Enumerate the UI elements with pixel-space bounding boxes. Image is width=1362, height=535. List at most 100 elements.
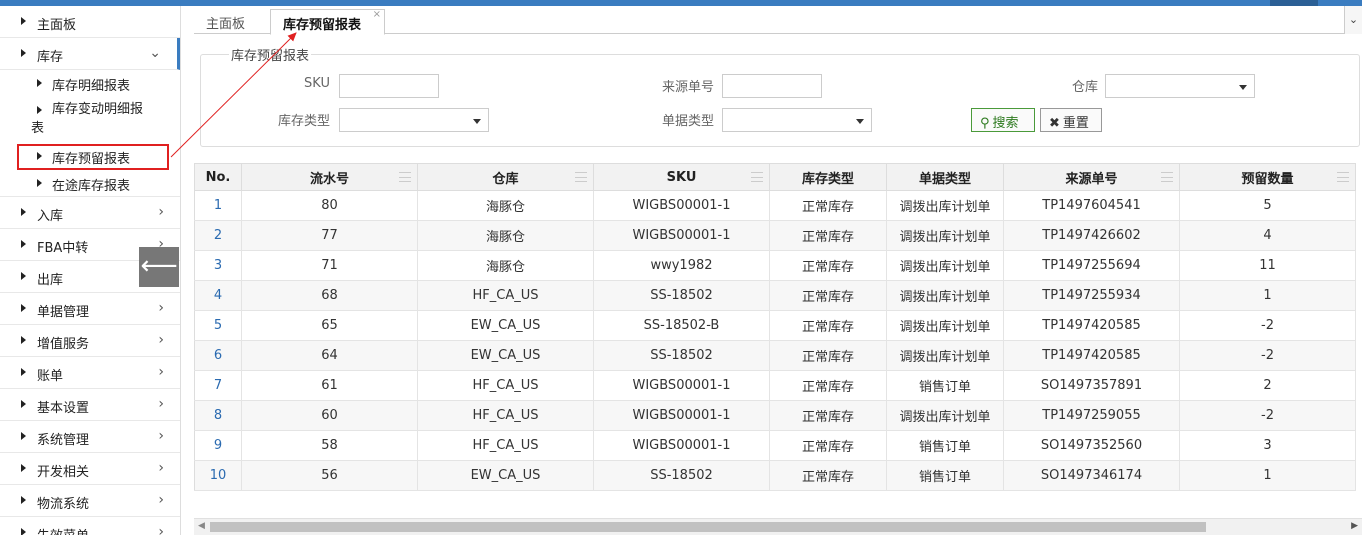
table-row[interactable]: 8 60 HF_CA_US WIGBS00001-1 正常库存 调拨出库计划单 TP1497… — [194, 400, 1356, 431]
cell-reserved-qty: 3 — [1179, 430, 1356, 461]
cell-warehouse: EW_CA_US — [417, 340, 594, 371]
cell-no: 6 — [194, 340, 242, 371]
table-row[interactable]: 10 56 EW_CA_US SS-18502 正常库存 销售订单 SO1497346174… — [194, 460, 1356, 491]
scrollbar-thumb[interactable] — [210, 522, 1206, 532]
cell-source-no: SO1497357891 — [1003, 370, 1180, 401]
sidebar-item-label: 系统管理 — [37, 433, 90, 448]
cell-stock-type: 正常库存 — [769, 400, 887, 431]
scroll-right-icon[interactable]: ▶ — [1351, 521, 1358, 531]
cell-source-no: TP1497426602 — [1003, 220, 1180, 251]
cell-warehouse: HF_CA_US — [417, 400, 594, 431]
stock-type-select[interactable] — [339, 108, 489, 132]
cell-stock-type: 正常库存 — [769, 280, 887, 311]
sidebar-subitem-inventory-change[interactable]: 库存变动明细报 表 — [0, 97, 180, 143]
caret-right-icon — [37, 152, 42, 160]
column-menu-icon[interactable] — [751, 172, 763, 182]
cell-sku: SS-18502 — [593, 340, 770, 371]
sidebar-item-label: 库存 — [37, 50, 64, 65]
cell-doc-type: 调拨出库计划单 — [886, 220, 1004, 251]
sidebar-collapse-button[interactable]: ⟵ — [139, 247, 179, 287]
cell-warehouse: HF_CA_US — [417, 430, 594, 461]
sidebar-item-documents[interactable]: 单据管理 › — [0, 293, 180, 325]
cell-stock-type: 正常库存 — [769, 370, 887, 401]
scroll-left-icon[interactable]: ◀ — [198, 521, 205, 531]
data-grid: No. 流水号 仓库 SKU 库存类型 单据类型 来源单号 预留数量 1 80 海豚… — [194, 163, 1362, 491]
cell-stock-type: 正常库存 — [769, 430, 887, 461]
sidebar-subitem-in-transit[interactable]: 在途库存报表 — [0, 170, 180, 197]
caret-right-icon — [21, 496, 26, 504]
caret-right-icon — [21, 208, 26, 216]
caret-right-icon — [37, 179, 42, 187]
doc-type-select[interactable] — [722, 108, 872, 132]
sidebar-item-logistics[interactable]: 物流系统 › — [0, 485, 180, 517]
cell-stock-type: 正常库存 — [769, 310, 887, 341]
table-row[interactable]: 4 68 HF_CA_US SS-18502 正常库存 调拨出库计划单 TP14972559… — [194, 280, 1356, 311]
sidebar-item-inbound[interactable]: 入库 › — [0, 197, 180, 229]
table-row[interactable]: 2 77 海豚仓 WIGBS00001-1 正常库存 调拨出库计划单 TP149742660… — [194, 220, 1356, 251]
tab-dashboard[interactable]: 主面板 — [194, 9, 268, 35]
sidebar-item-development[interactable]: 开发相关 › — [0, 453, 180, 485]
cell-serial: 61 — [241, 370, 418, 401]
sidebar-item-label: 入库 — [37, 209, 64, 224]
sku-input[interactable] — [339, 74, 439, 98]
column-header-warehouse[interactable]: 仓库 — [417, 163, 594, 191]
sidebar-item-dashboard[interactable]: 主面板 — [0, 6, 180, 38]
caret-right-icon — [21, 304, 26, 312]
cell-serial: 71 — [241, 250, 418, 281]
header-label: 来源单号 — [1065, 171, 1118, 187]
cell-sku: SS-18502-B — [593, 310, 770, 341]
sidebar-item-value-added[interactable]: 增值服务 › — [0, 325, 180, 357]
caret-right-icon — [21, 464, 26, 472]
table-row[interactable]: 9 58 HF_CA_US WIGBS00001-1 正常库存 销售订单 SO1497352… — [194, 430, 1356, 461]
search-button[interactable]: ⚲ 搜索 — [971, 108, 1035, 132]
reset-button-label: 重置 — [1062, 116, 1089, 131]
cell-serial: 60 — [241, 400, 418, 431]
column-menu-icon[interactable] — [575, 172, 587, 182]
sidebar-item-system[interactable]: 系统管理 › — [0, 421, 180, 453]
cell-doc-type: 销售订单 — [886, 460, 1004, 491]
source-no-input[interactable] — [722, 74, 822, 98]
sidebar-item-basic-settings[interactable]: 基本设置 › — [0, 389, 180, 421]
column-header-serial[interactable]: 流水号 — [241, 163, 418, 191]
sidebar-subitem-inventory-detail[interactable]: 库存明细报表 — [0, 70, 180, 97]
chevron-down-icon: ⌄ — [1348, 13, 1359, 26]
column-menu-icon[interactable] — [1161, 172, 1173, 182]
cell-stock-type: 正常库存 — [769, 340, 887, 371]
table-row[interactable]: 5 65 EW_CA_US SS-18502-B 正常库存 调拨出库计划单 TP149742… — [194, 310, 1356, 341]
sidebar-item-label: 失效菜单 — [37, 525, 89, 535]
reserve-table: No. 流水号 仓库 SKU 库存类型 单据类型 来源单号 预留数量 1 80 海豚… — [194, 163, 1356, 491]
column-header-sku[interactable]: SKU — [593, 163, 770, 191]
horizontal-scrollbar[interactable]: ◀ ▶ — [194, 518, 1362, 535]
cell-sku: SS-18502 — [593, 460, 770, 491]
column-header-doc-type[interactable]: 单据类型 — [886, 163, 1004, 191]
sidebar-item-expired-menu[interactable]: 失效菜单 › — [0, 517, 180, 535]
column-header-no[interactable]: No. — [194, 163, 242, 191]
cell-sku: WIGBS00001-1 — [593, 400, 770, 431]
reset-button[interactable]: ✖ 重置 — [1040, 108, 1102, 132]
table-row[interactable]: 3 71 海豚仓 wwy1982 正常库存 调拨出库计划单 TP1497255694 11 — [194, 250, 1356, 281]
column-header-stock-type[interactable]: 库存类型 — [769, 163, 887, 191]
table-row[interactable]: 1 80 海豚仓 WIGBS00001-1 正常库存 调拨出库计划单 TP149760454… — [194, 190, 1356, 221]
cell-sku: wwy1982 — [593, 250, 770, 281]
column-menu-icon[interactable] — [1337, 172, 1349, 182]
sidebar-item-label: FBA中转 — [37, 241, 89, 256]
cell-source-no: TP1497420585 — [1003, 310, 1180, 341]
header-label: 单据类型 — [918, 171, 971, 187]
table-row[interactable]: 6 64 EW_CA_US SS-18502 正常库存 调拨出库计划单 TP14974205… — [194, 340, 1356, 371]
cell-sku: SS-18502 — [593, 280, 770, 311]
tab-list-dropdown[interactable]: ⌄ — [1344, 6, 1362, 34]
column-header-source-no[interactable]: 来源单号 — [1003, 163, 1180, 191]
sidebar-item-inventory[interactable]: 库存 ⌄ — [0, 38, 180, 70]
close-icon[interactable]: × — [373, 9, 381, 20]
tab-reserved-report[interactable]: 库存预留报表 × — [270, 9, 385, 35]
cell-reserved-qty: 5 — [1179, 190, 1356, 221]
sidebar-item-billing[interactable]: 账单 › — [0, 357, 180, 389]
sidebar-subitem-reserved-report[interactable]: 库存预留报表 — [0, 143, 180, 170]
cell-reserved-qty: 4 — [1179, 220, 1356, 251]
table-row[interactable]: 7 61 HF_CA_US WIGBS00001-1 正常库存 销售订单 SO1497357… — [194, 370, 1356, 401]
column-header-reserved-qty[interactable]: 预留数量 — [1179, 163, 1356, 191]
search-button-label: 搜索 — [992, 116, 1019, 131]
column-menu-icon[interactable] — [399, 172, 411, 182]
warehouse-select[interactable] — [1105, 74, 1255, 98]
source-no-label: 来源单号 — [661, 80, 714, 95]
